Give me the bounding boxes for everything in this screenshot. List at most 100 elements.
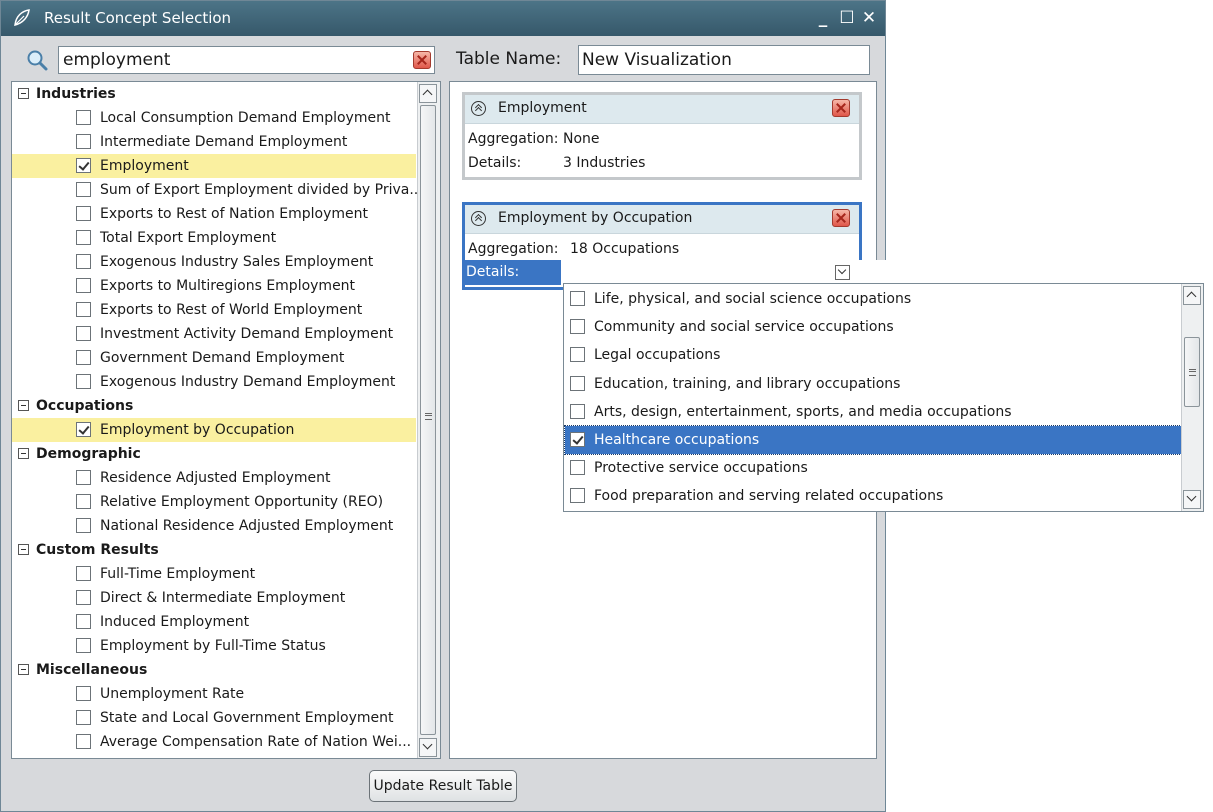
scroll-down-button[interactable] [419, 738, 437, 757]
checkbox[interactable] [76, 158, 91, 173]
dropdown-option[interactable]: Healthcare occupations [564, 425, 1182, 455]
checkbox[interactable] [76, 302, 91, 317]
title-bar[interactable]: Result Concept Selection _ ☐ ✕ [1, 1, 885, 36]
checkbox[interactable] [76, 734, 91, 749]
checkbox[interactable] [76, 494, 91, 509]
tree-item[interactable]: Employment [12, 154, 416, 178]
tree-item[interactable]: Direct & Intermediate Employment [12, 586, 416, 610]
checkbox[interactable] [570, 291, 585, 306]
dropdown-option[interactable]: Protective service occupations [565, 454, 1181, 482]
tree-category[interactable]: Miscellaneous [12, 658, 416, 682]
tree-item[interactable]: State and Local Government Employment [12, 706, 416, 730]
checkbox[interactable] [570, 403, 585, 419]
checkbox[interactable] [76, 614, 91, 629]
checkbox[interactable] [76, 710, 91, 725]
checkbox[interactable] [76, 206, 91, 221]
dropdown-option[interactable]: Education, training, and library occupat… [565, 370, 1181, 398]
dropdown-option[interactable]: Community and social service occupations [565, 313, 1181, 341]
details-selector[interactable]: Details: [462, 260, 899, 285]
scrollbar-thumb[interactable] [1184, 337, 1200, 407]
tree-item[interactable]: Exogenous Industry Sales Employment [12, 250, 416, 274]
tree-item[interactable]: Exports to Rest of Nation Employment [12, 202, 416, 226]
checkbox[interactable] [76, 470, 91, 485]
checkbox[interactable] [76, 638, 91, 653]
collapse-icon[interactable] [18, 400, 29, 411]
tree-item[interactable]: Intermediate Demand Employment [12, 130, 416, 154]
checkbox[interactable] [76, 230, 91, 245]
tree-item[interactable]: Employment by Occupation [12, 418, 416, 442]
checkbox[interactable] [76, 254, 91, 269]
dropdown-option[interactable]: Life, physical, and social science occup… [565, 285, 1181, 313]
tree-scrollbar[interactable] [417, 82, 440, 758]
search-field[interactable] [58, 46, 435, 74]
details-dropdown-button[interactable] [835, 265, 850, 280]
checkbox[interactable] [570, 432, 585, 447]
dropdown-option[interactable]: Food preparation and serving related occ… [565, 482, 1181, 510]
tree-item[interactable]: Exports to Multiregions Employment [12, 274, 416, 298]
collapse-icon[interactable] [471, 211, 486, 226]
remove-card-icon[interactable] [832, 99, 850, 117]
tree-item[interactable]: Total Export Employment [12, 226, 416, 250]
card-title: Employment by Occupation [498, 210, 693, 226]
checkbox[interactable] [76, 566, 91, 581]
collapse-icon[interactable] [18, 664, 29, 675]
tree-category[interactable]: Custom Results [12, 538, 416, 562]
tree-item[interactable]: Relative Employment Opportunity (REO) [12, 490, 416, 514]
checkbox[interactable] [76, 758, 91, 759]
tree-category[interactable]: Occupations [12, 394, 416, 418]
tree-category[interactable]: Demographic [12, 442, 416, 466]
clear-search-icon[interactable] [413, 51, 431, 69]
tree-item[interactable]: National Residence Adjusted Employment [12, 514, 416, 538]
category-label: Industries [36, 86, 116, 102]
dropdown-scrollbar[interactable] [1181, 284, 1203, 511]
remove-card-icon[interactable] [832, 209, 850, 227]
collapse-icon[interactable] [18, 448, 29, 459]
maximize-button[interactable]: ☐ [837, 7, 857, 29]
checkbox[interactable] [76, 374, 91, 389]
tree-item[interactable]: Residence Adjusted Employment [12, 466, 416, 490]
minimize-button[interactable]: _ [813, 7, 833, 29]
checkbox[interactable] [570, 347, 585, 363]
checkbox[interactable] [76, 686, 91, 701]
checkbox[interactable] [570, 375, 585, 391]
checkbox[interactable] [76, 278, 91, 293]
table-name-input[interactable] [578, 45, 870, 75]
checkbox[interactable] [76, 590, 91, 605]
checkbox[interactable] [570, 319, 585, 335]
search-input[interactable] [63, 47, 403, 73]
checkbox[interactable] [76, 350, 91, 365]
collapse-icon[interactable] [18, 544, 29, 555]
checkbox[interactable] [76, 422, 91, 437]
tree-item[interactable]: Average Compensation Rate of Nation Wei.… [12, 730, 416, 754]
tree-item[interactable]: Exports to Rest of World Employment [12, 298, 416, 322]
scroll-up-button[interactable] [419, 84, 437, 103]
tree-item[interactable]: Investment Activity Demand Employment [12, 322, 416, 346]
scroll-up-button[interactable] [1183, 286, 1201, 305]
close-button[interactable]: ✕ [859, 7, 879, 29]
checkbox[interactable] [76, 110, 91, 125]
tree-item[interactable]: Total Residence Adjusted Employment [12, 754, 416, 759]
collapse-icon[interactable] [471, 101, 486, 116]
aggregation-label: Aggregation: [468, 241, 559, 257]
checkbox[interactable] [570, 488, 585, 504]
dropdown-option[interactable]: Arts, design, entertainment, sports, and… [565, 398, 1181, 426]
dropdown-option[interactable]: Legal occupations [565, 341, 1181, 369]
tree-item[interactable]: Employment by Full-Time Status [12, 634, 416, 658]
collapse-icon[interactable] [18, 88, 29, 99]
tree-item[interactable]: Unemployment Rate [12, 682, 416, 706]
scroll-down-button[interactable] [1183, 490, 1201, 509]
checkbox[interactable] [76, 518, 91, 533]
tree-item[interactable]: Induced Employment [12, 610, 416, 634]
checkbox[interactable] [76, 326, 91, 341]
scrollbar-thumb[interactable] [420, 105, 436, 735]
checkbox[interactable] [570, 460, 585, 476]
tree-item[interactable]: Government Demand Employment [12, 346, 416, 370]
tree-item[interactable]: Local Consumption Demand Employment [12, 106, 416, 130]
checkbox[interactable] [76, 134, 91, 149]
tree-item[interactable]: Exogenous Industry Demand Employment [12, 370, 416, 394]
update-result-table-button[interactable]: Update Result Table [369, 770, 517, 802]
checkbox[interactable] [76, 182, 91, 197]
tree-category[interactable]: Industries [12, 82, 416, 106]
tree-item[interactable]: Full-Time Employment [12, 562, 416, 586]
tree-item[interactable]: Sum of Export Employment divided by Priv… [12, 178, 423, 202]
